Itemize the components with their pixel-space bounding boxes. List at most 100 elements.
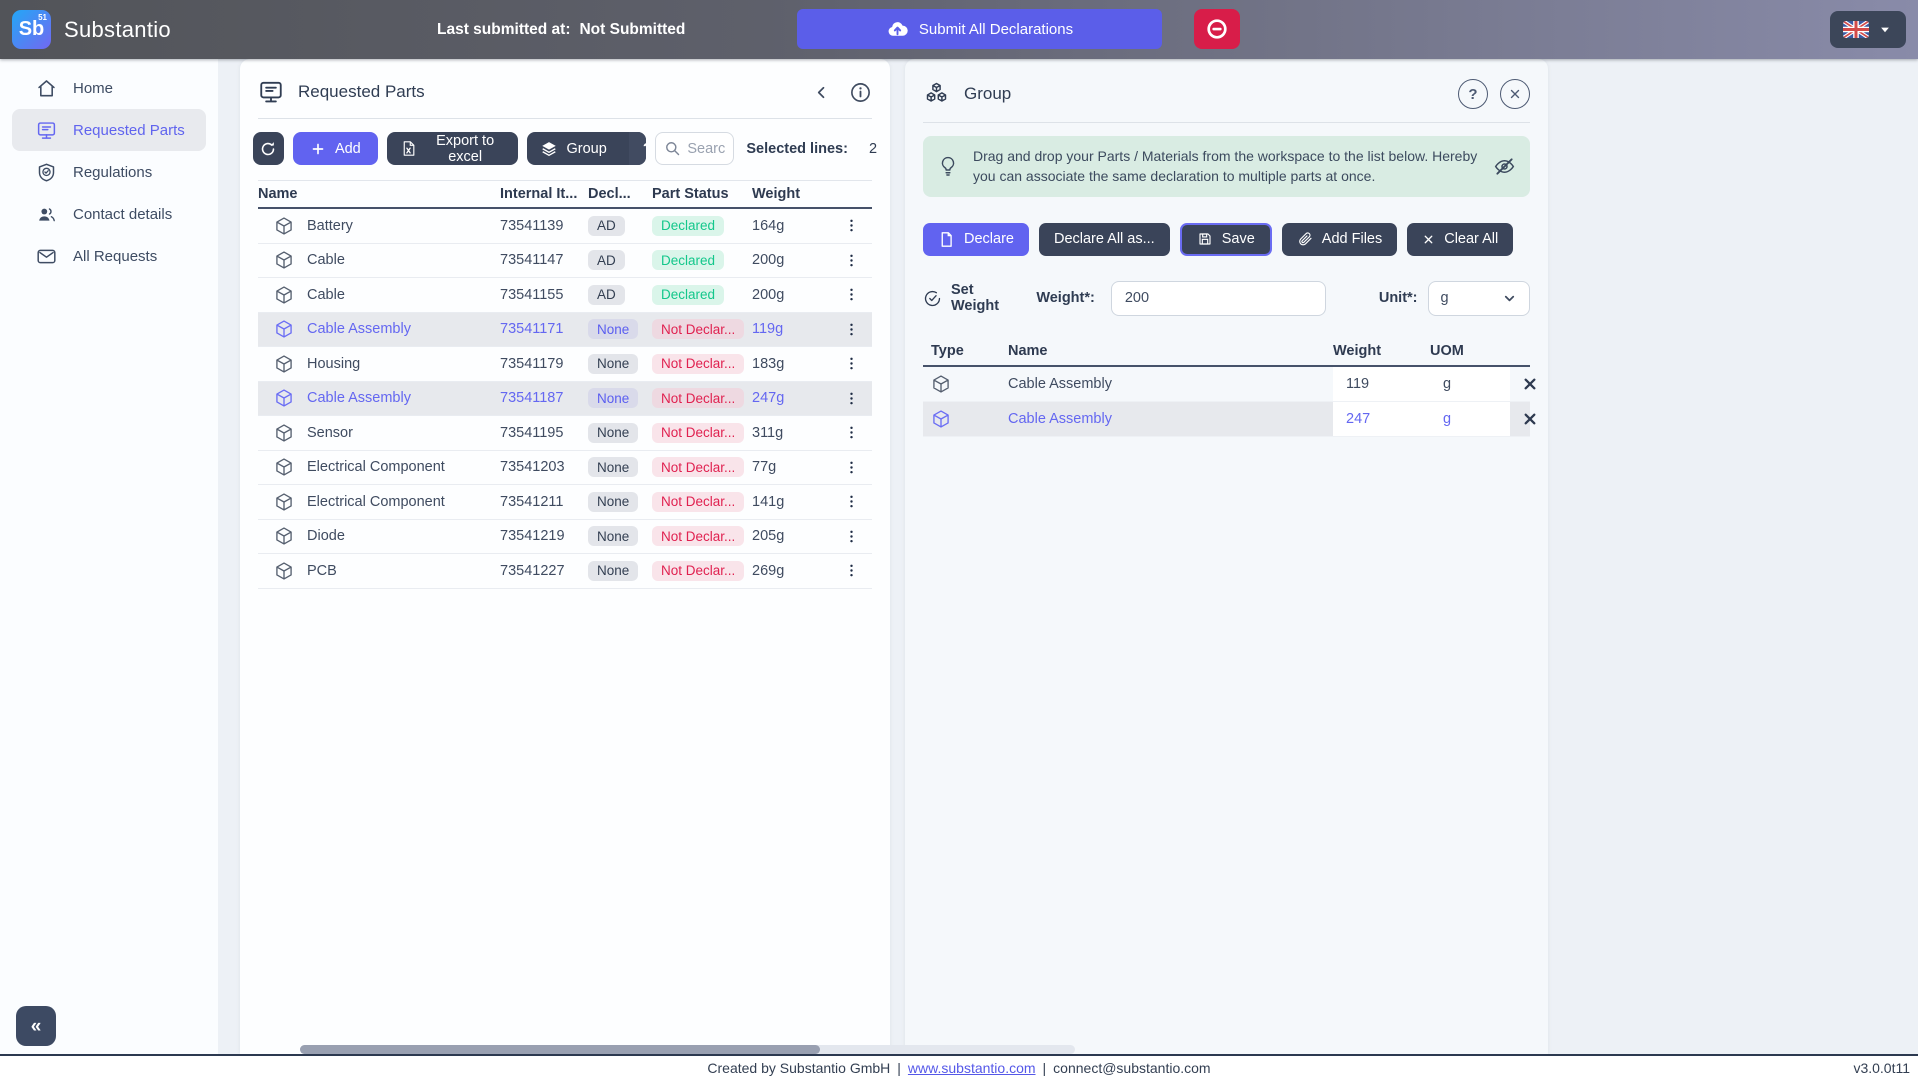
- part-name: Cable: [307, 287, 345, 303]
- row-menu-button[interactable]: [843, 252, 860, 269]
- sidebar-item-contact-details[interactable]: Contact details: [12, 193, 206, 235]
- weight-cell[interactable]: 119: [1333, 367, 1430, 401]
- hide-info-button[interactable]: [1493, 155, 1516, 178]
- unit-select[interactable]: g: [1428, 281, 1530, 316]
- sidebar-item-all-requests[interactable]: All Requests: [12, 235, 206, 277]
- cubes-group-icon: [923, 81, 950, 108]
- set-weight-toggle[interactable]: Set Weight: [923, 282, 1014, 314]
- group-button[interactable]: Group ?: [527, 132, 647, 165]
- sidebar-item-regulations[interactable]: Regulations: [12, 151, 206, 193]
- table-row[interactable]: Cable 73541155 AD Declared 200g: [258, 278, 872, 313]
- row-menu-button[interactable]: [843, 528, 860, 545]
- save-button[interactable]: Save: [1180, 223, 1272, 256]
- caret-down-icon: [1877, 22, 1893, 38]
- row-menu-button[interactable]: [843, 390, 860, 407]
- uom-cell[interactable]: g: [1430, 402, 1510, 436]
- group-table-row[interactable]: Cable Assembly 119 g: [923, 367, 1530, 402]
- excel-file-icon: [400, 140, 417, 157]
- footer-separator: |: [1043, 1060, 1047, 1076]
- table-row[interactable]: Electrical Component 73541203 None Not D…: [258, 451, 872, 486]
- sidebar-item-home[interactable]: Home: [12, 67, 206, 109]
- clear-all-button[interactable]: Clear All: [1407, 223, 1513, 256]
- panel-title: Requested Parts: [298, 82, 425, 102]
- internal-item-number: 73541179: [500, 356, 588, 372]
- part-weight: 205g: [752, 528, 830, 544]
- footer: Created by Substantio GmbH | www.substan…: [0, 1054, 1918, 1079]
- declaration-badge: None: [588, 492, 638, 512]
- group-help-button[interactable]: ?: [629, 132, 647, 165]
- stop-button[interactable]: [1194, 9, 1240, 49]
- language-selector[interactable]: [1830, 11, 1906, 48]
- export-to-excel-button[interactable]: Export to excel: [387, 132, 518, 165]
- table-row[interactable]: Housing 73541179 None Not Declar... 183g: [258, 347, 872, 382]
- part-name: Cable: [307, 252, 345, 268]
- kebab-icon: [843, 562, 860, 579]
- internal-item-number: 73541227: [500, 563, 588, 579]
- column-name: Name: [1008, 343, 1333, 359]
- sidebar-collapse-button[interactable]: «: [16, 1006, 56, 1046]
- sidebar: Home Requested Parts Regulations Contact…: [0, 59, 218, 1054]
- part-name: Cable Assembly: [307, 390, 411, 406]
- refresh-button[interactable]: [253, 132, 284, 165]
- row-menu-button[interactable]: [843, 217, 860, 234]
- status-badge: Declared: [652, 285, 724, 305]
- cube-icon: [274, 319, 294, 339]
- cube-icon: [274, 526, 294, 546]
- unit-label: Unit*:: [1379, 290, 1418, 306]
- table-row[interactable]: PCB 73541227 None Not Declar... 269g: [258, 554, 872, 589]
- add-files-button[interactable]: Add Files: [1282, 223, 1397, 256]
- add-button[interactable]: Add: [293, 132, 378, 165]
- status-badge: Not Declar...: [652, 319, 744, 339]
- group-panel: Group ? Drag and drop your Parts / Mater…: [905, 59, 1548, 1054]
- declare-all-as-button[interactable]: Declare All as...: [1039, 223, 1170, 256]
- uom-cell[interactable]: g: [1430, 367, 1510, 401]
- row-menu-button[interactable]: [843, 424, 860, 441]
- footer-created-by: Created by Substantio GmbH: [707, 1060, 890, 1076]
- last-submitted-value: Not Submitted: [579, 21, 685, 39]
- part-weight: 119g: [752, 321, 830, 337]
- row-menu-button[interactable]: [843, 321, 860, 338]
- app-name: Substantio: [64, 17, 171, 43]
- declare-button[interactable]: Declare: [923, 223, 1029, 256]
- group-segment[interactable]: Group: [527, 132, 620, 165]
- footer-website-link[interactable]: www.substantio.com: [908, 1060, 1036, 1076]
- panel-info-button[interactable]: [849, 81, 872, 104]
- declaration-badge: AD: [588, 250, 625, 270]
- table-row[interactable]: Diode 73541219 None Not Declar... 205g: [258, 520, 872, 555]
- table-row[interactable]: Electrical Component 73541211 None Not D…: [258, 485, 872, 520]
- weight-cell[interactable]: 247: [1333, 402, 1430, 436]
- kebab-icon: [843, 493, 860, 510]
- add-label: Add: [335, 141, 361, 157]
- group-table-row-selected[interactable]: Cable Assembly 247 g: [923, 402, 1530, 437]
- table-row-selected[interactable]: Cable Assembly 73541171 None Not Declar.…: [258, 313, 872, 348]
- row-menu-button[interactable]: [843, 562, 860, 579]
- collapse-panel-button[interactable]: [812, 83, 831, 102]
- row-menu-button[interactable]: [843, 355, 860, 372]
- row-menu-button[interactable]: [843, 459, 860, 476]
- table-row[interactable]: Cable 73541147 AD Declared 200g: [258, 244, 872, 279]
- submit-all-declarations-button[interactable]: Submit All Declarations: [797, 9, 1162, 49]
- cloud-upload-icon: [886, 18, 909, 41]
- declaration-badge: AD: [588, 216, 625, 236]
- remove-row-button[interactable]: [1522, 376, 1538, 392]
- sidebar-item-requested-parts[interactable]: Requested Parts: [12, 109, 206, 151]
- close-panel-button[interactable]: [1500, 79, 1530, 109]
- scrollbar-thumb[interactable]: [300, 1045, 820, 1054]
- table-row[interactable]: Battery 73541139 AD Declared 164g: [258, 209, 872, 244]
- search-input[interactable]: [687, 141, 725, 157]
- save-icon: [1197, 231, 1213, 247]
- chevron-left-icon: [812, 83, 831, 102]
- clear-all-label: Clear All: [1444, 231, 1498, 247]
- search-box[interactable]: [655, 132, 734, 165]
- table-row-selected[interactable]: Cable Assembly 73541187 None Not Declar.…: [258, 382, 872, 417]
- remove-row-button[interactable]: [1522, 411, 1538, 427]
- table-row[interactable]: Sensor 73541195 None Not Declar... 311g: [258, 416, 872, 451]
- weight-input[interactable]: [1111, 281, 1326, 316]
- row-menu-button[interactable]: [843, 493, 860, 510]
- group-help-button[interactable]: ?: [1458, 79, 1488, 109]
- chevron-down-icon: [1502, 291, 1517, 306]
- panel-title: Group: [964, 84, 1011, 104]
- weight-label: Weight*:: [1036, 290, 1095, 306]
- row-menu-button[interactable]: [843, 286, 860, 303]
- uk-flag-icon: [1843, 21, 1869, 38]
